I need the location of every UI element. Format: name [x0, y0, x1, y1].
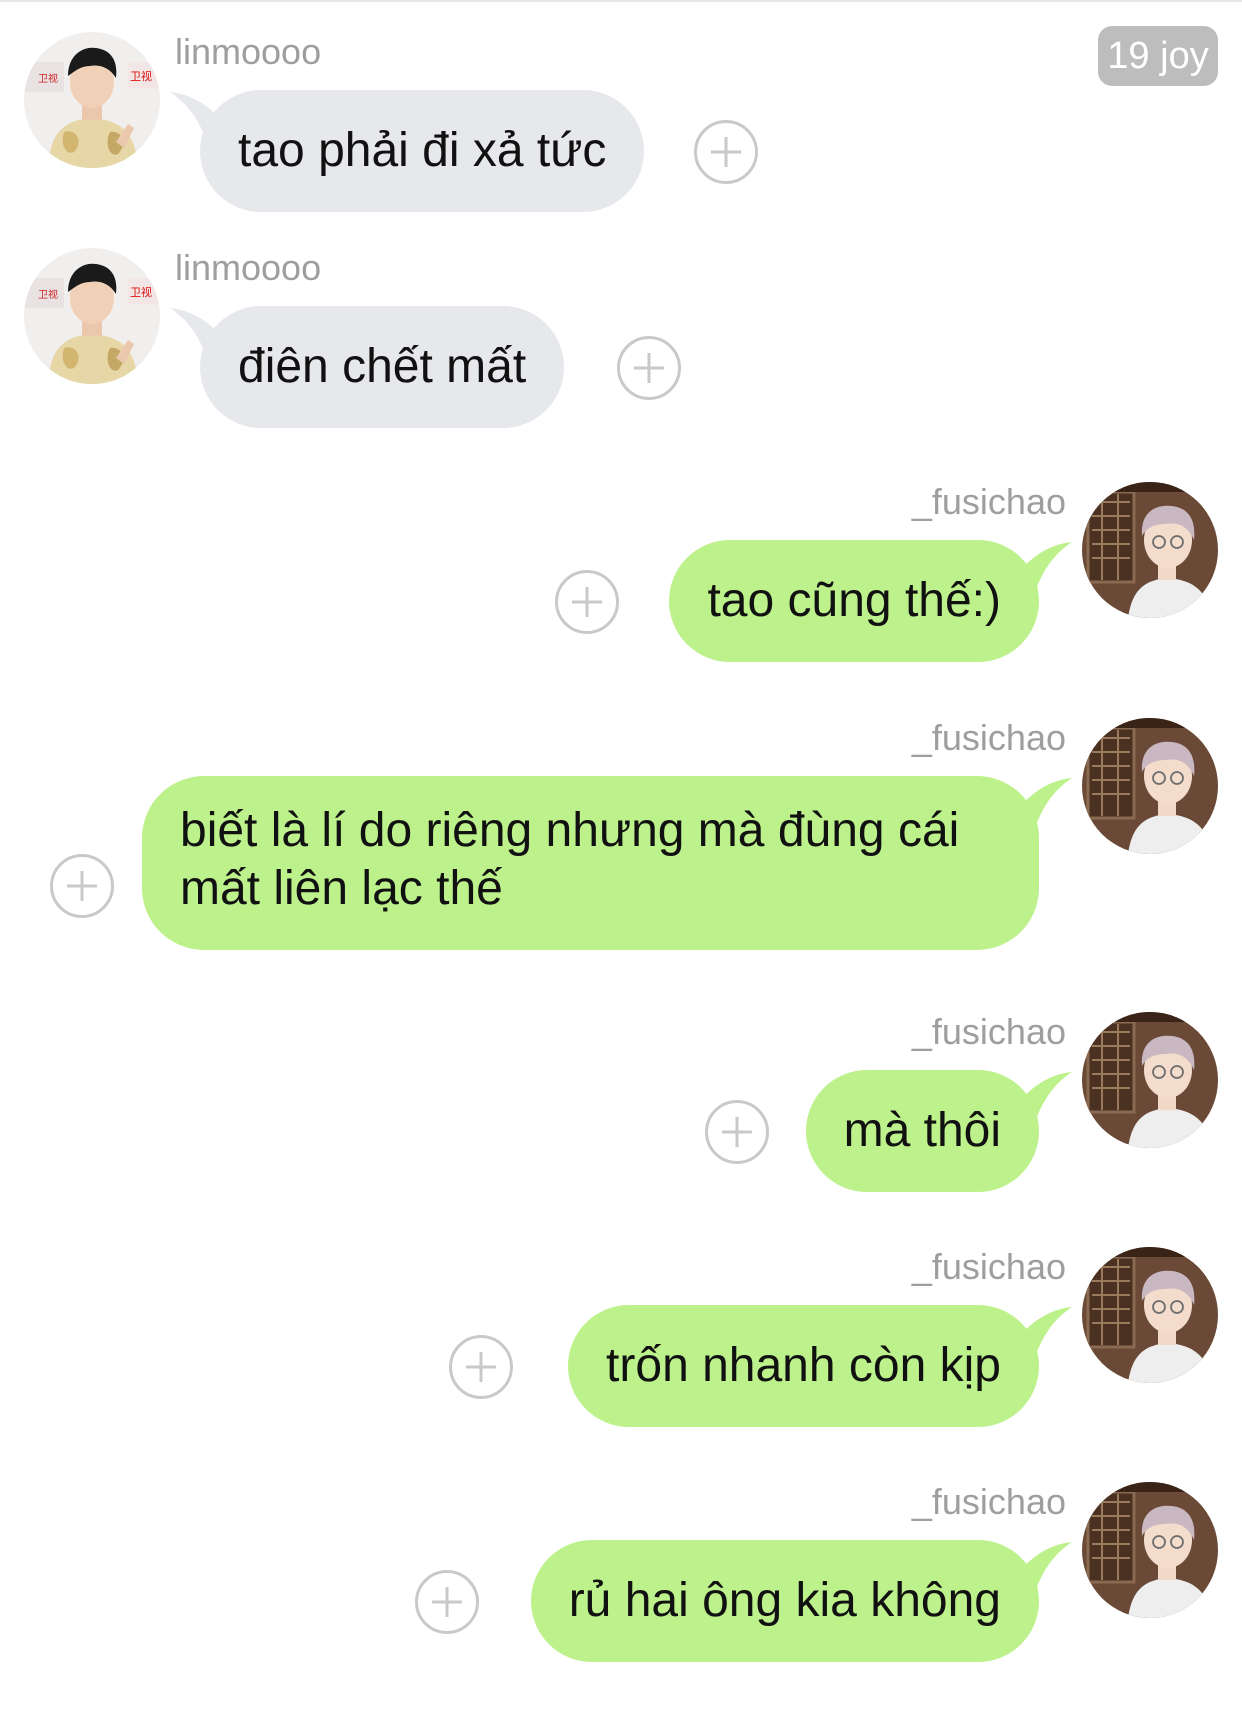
message-bubble[interactable]: điên chết mất: [200, 306, 565, 428]
message-bubble[interactable]: rủ hai ông kia không: [530, 1540, 1039, 1662]
message-bubble[interactable]: biết là lí do riêng nhưng mà đùng cái mấ…: [142, 776, 1039, 950]
plus-circle-icon[interactable]: [449, 1335, 513, 1399]
avatar[interactable]: [1082, 718, 1218, 854]
avatar-image: [1082, 718, 1218, 854]
plus-circle-icon[interactable]: [694, 120, 758, 184]
plus-circle-icon[interactable]: [705, 1100, 769, 1164]
plus-circle-icon[interactable]: [50, 854, 114, 918]
avatar[interactable]: [1082, 1012, 1218, 1148]
message-line: mất liên lạc thế: [180, 862, 503, 915]
avatar-image: [1082, 482, 1218, 618]
sender-name: linmoooo: [175, 31, 322, 72]
chat-screen: 19 joy linmoooo tao phải đi xả tức linmo…: [0, 0, 1242, 1710]
message-bubble[interactable]: trốn nhanh còn kịp: [568, 1305, 1039, 1427]
avatar-image: [1082, 1247, 1218, 1383]
message-bubble[interactable]: tao cũng thế:): [669, 540, 1039, 662]
avatar[interactable]: [24, 248, 160, 384]
message-bubble[interactable]: tao phải đi xả tức: [200, 90, 645, 212]
sender-name: _fusichao: [911, 1481, 1066, 1522]
avatar[interactable]: [1082, 1482, 1218, 1618]
sender-name: _fusichao: [911, 1011, 1066, 1052]
plus-circle-icon[interactable]: [415, 1570, 479, 1634]
message-line: biết là lí do riêng nhưng mà đùng cái: [180, 804, 960, 857]
date-badge: 19 joy: [1098, 26, 1218, 86]
avatar-image: [24, 248, 160, 384]
avatar-image: [1082, 1012, 1218, 1148]
sender-name: _fusichao: [911, 717, 1066, 758]
avatar[interactable]: [24, 32, 160, 168]
sender-name: _fusichao: [911, 481, 1066, 522]
sender-name: linmoooo: [175, 247, 322, 288]
plus-circle-icon[interactable]: [617, 336, 681, 400]
plus-circle-icon[interactable]: [555, 570, 619, 634]
sender-name: _fusichao: [911, 1246, 1066, 1287]
message-bubble[interactable]: mà thôi: [805, 1070, 1039, 1192]
avatar-image: [24, 32, 160, 168]
avatar[interactable]: [1082, 1247, 1218, 1383]
avatar[interactable]: [1082, 482, 1218, 618]
avatar-image: [1082, 1482, 1218, 1618]
